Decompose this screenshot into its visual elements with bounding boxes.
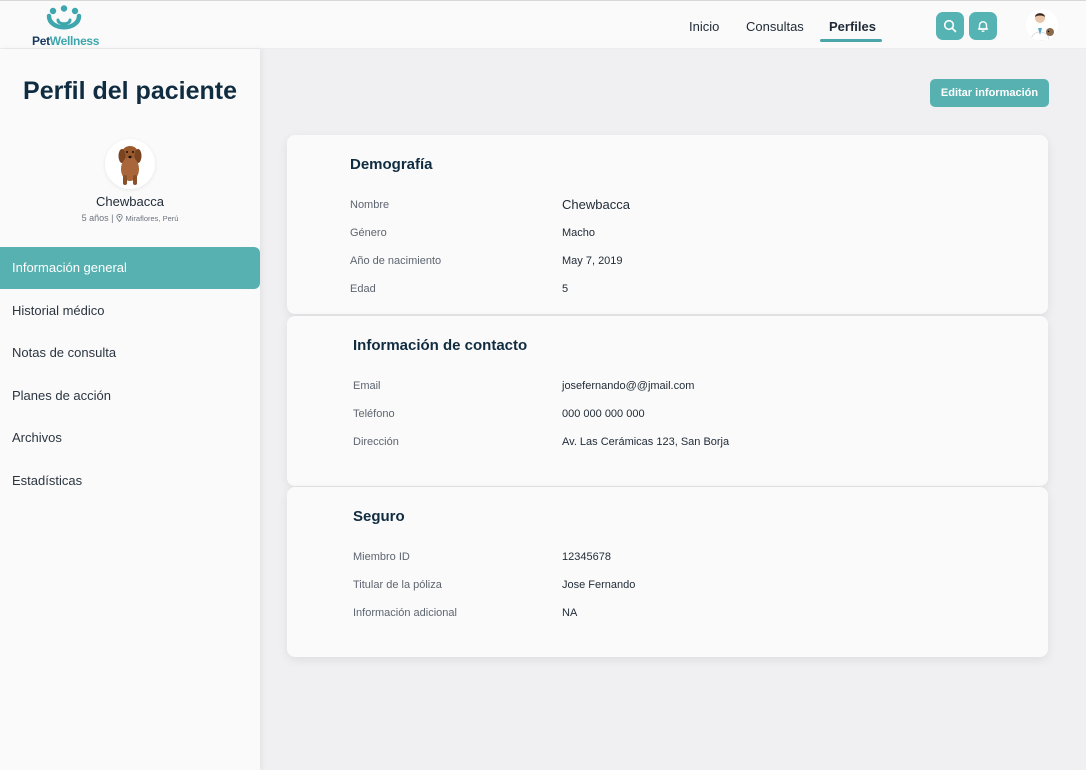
insurance-card: Seguro Miembro ID 12345678 Titular de la… [287, 487, 1048, 657]
search-button[interactable] [936, 12, 964, 40]
field-value: Macho [562, 227, 596, 239]
sidebar-item-informacion-general[interactable]: Información general [0, 247, 260, 289]
logo-text: PetWellness [32, 34, 100, 48]
field-label: Miembro ID [353, 551, 410, 563]
demographics-card: Demografía Nombre Chewbacca Género Macho… [287, 135, 1048, 314]
pet-location: Miraflores, Perú [125, 214, 179, 223]
field-label: Género [350, 227, 387, 239]
nav-inicio[interactable]: Inicio [689, 19, 719, 34]
sidebar: Perfil del paciente Chewbacca 5 años | M… [0, 49, 260, 770]
bell-icon [977, 21, 989, 32]
location-pin-icon [116, 213, 123, 223]
pet-avatar [105, 139, 155, 189]
contact-card: Información de contacto Email josefernan… [287, 316, 1048, 486]
field-label: Información adicional [353, 607, 457, 619]
field-value: NA [562, 607, 578, 619]
field-label: Titular de la póliza [353, 579, 442, 591]
page-title: Perfil del paciente [23, 77, 237, 105]
sidebar-item-planes-de-accion[interactable]: Planes de acción [0, 375, 260, 417]
field-value: Av. Las Cerámicas 123, San Borja [562, 436, 730, 448]
field-value: Chewbacca [562, 197, 630, 212]
nav-perfiles[interactable]: Perfiles [829, 19, 876, 34]
field-value: May 7, 2019 [562, 255, 623, 267]
dog-photo [118, 146, 142, 185]
field-label: Dirección [353, 436, 399, 448]
field-label: Email [353, 380, 381, 392]
field-value: 000 000 000 000 [562, 408, 645, 420]
notifications-button[interactable] [969, 12, 997, 40]
user-avatar[interactable] [1026, 9, 1058, 41]
field-value: Jose Fernando [562, 579, 636, 591]
top-navbar: PetWellness Inicio Consultas Perfiles [0, 0, 1086, 49]
sidebar-item-historial-medico[interactable]: Historial médico [0, 290, 260, 332]
logo-icon [46, 5, 82, 30]
pet-age: 5 años [81, 213, 109, 223]
nav-consultas[interactable]: Consultas [746, 19, 804, 34]
sidebar-menu: Información general Historial médico Not… [0, 247, 260, 502]
search-icon [943, 19, 957, 33]
field-label: Teléfono [353, 408, 395, 420]
pet-name: Chewbacca [96, 194, 164, 209]
card-title: Seguro [353, 508, 405, 525]
sidebar-item-estadisticas[interactable]: Estadísticas [0, 460, 260, 502]
sidebar-item-notas-de-consulta[interactable]: Notas de consulta [0, 332, 260, 374]
card-title: Demografía [350, 156, 433, 173]
doctor-avatar-icon [1030, 13, 1054, 41]
active-nav-indicator [820, 39, 882, 42]
card-title: Información de contacto [353, 337, 528, 354]
field-label: Nombre [350, 199, 390, 211]
edit-info-button[interactable]: Editar información [930, 79, 1049, 107]
pet-meta: 5 años | Miraflores, Perú [0, 213, 260, 223]
field-label: Año de nacimiento [350, 255, 442, 267]
field-value: josefernando@@jmail.com [562, 380, 695, 392]
field-value: 12345678 [562, 551, 611, 563]
field-value: 5 [562, 283, 569, 295]
petwellness-logo[interactable]: PetWellness [30, 5, 100, 48]
field-label: Edad [350, 283, 376, 295]
sidebar-item-archivos[interactable]: Archivos [0, 417, 260, 459]
